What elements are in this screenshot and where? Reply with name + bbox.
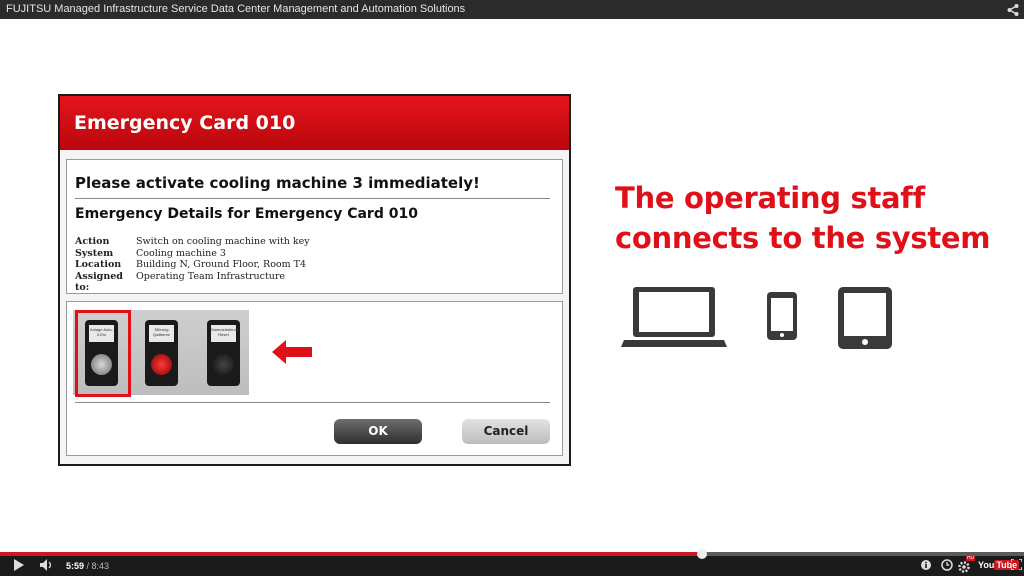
divider <box>75 198 550 199</box>
alarm-switch: Sammelstörung Reset <box>207 320 240 386</box>
laptop-icon <box>621 287 727 347</box>
arrow-left-icon <box>272 340 312 364</box>
tagline: The operating staff connects to the syst… <box>615 178 991 258</box>
sound-icon <box>213 354 234 375</box>
detail-value: Operating Team Infrastructure <box>136 270 286 282</box>
video-title-bar: FUJITSU Managed Infrastructure Service D… <box>0 0 1024 19</box>
current-time: 5:59 <box>66 561 85 571</box>
details-list: Action Switch on cooling machine with ke… <box>75 236 310 294</box>
detail-label: Assigned to: <box>75 270 123 294</box>
control-panel-photo: Anlage Auto-0-Ein Störung Quittieren Sam… <box>73 310 249 397</box>
emergency-info-panel: Please activate cooling machine 3 immedi… <box>66 159 563 294</box>
progress-fill <box>0 552 703 556</box>
divider <box>75 402 550 403</box>
detail-row-assigned: Assigned to: Operating Team Infrastructu… <box>75 270 310 294</box>
detail-label: Location <box>75 259 122 270</box>
settings-gear-icon[interactable] <box>958 559 972 573</box>
dialog-title: Emergency Card 010 <box>60 96 569 150</box>
tablet-icon <box>838 287 892 349</box>
red-lamp-icon <box>151 354 172 375</box>
time-separator: / <box>84 561 92 571</box>
reset-button: Störung Quittieren <box>145 320 178 386</box>
detail-label: System <box>75 247 114 259</box>
watch-later-icon[interactable] <box>941 559 953 571</box>
fullscreen-icon[interactable] <box>1011 559 1022 570</box>
detail-row-location: Location Building N, Ground Floor, Room … <box>75 259 310 271</box>
play-icon[interactable] <box>13 559 25 571</box>
details-title: Emergency Details for Emergency Card 010 <box>75 206 418 222</box>
time-display: 5:59 / 8:43 <box>66 561 109 571</box>
cancel-button[interactable]: Cancel <box>462 419 550 444</box>
progress-bar[interactable] <box>0 549 1024 559</box>
action-panel: Anlage Auto-0-Ein Störung Quittieren Sam… <box>66 301 563 456</box>
youtube-logo-you: You <box>978 560 995 570</box>
detail-value: Building N, Ground Floor, Room T4 <box>136 259 307 270</box>
tagline-line-1: The operating staff <box>615 181 925 215</box>
tagline-line-2: connects to the system <box>615 221 991 255</box>
detail-row-action: Action Switch on cooling machine with ke… <box>75 236 310 248</box>
switch-label: Sammelstörung Reset <box>211 325 239 342</box>
emergency-card-dialog: Emergency Card 010 Please activate cooli… <box>58 94 571 466</box>
detail-value: Switch on cooling machine with key <box>136 236 310 247</box>
emergency-headline: Please activate cooling machine 3 immedi… <box>75 174 480 192</box>
highlight-frame <box>75 310 131 397</box>
duration: 8:43 <box>91 561 110 571</box>
share-icon[interactable] <box>1006 3 1020 17</box>
ok-button[interactable]: OK <box>334 419 422 444</box>
volume-icon[interactable] <box>40 559 54 571</box>
switch-label: Störung Quittieren <box>149 325 174 342</box>
detail-row-system: System Cooling machine 3 <box>75 248 310 260</box>
info-icon[interactable] <box>920 559 932 571</box>
detail-value: Cooling machine 3 <box>136 247 226 259</box>
smartphone-icon <box>767 292 797 340</box>
video-title[interactable]: FUJITSU Managed Infrastructure Service D… <box>6 3 465 15</box>
detail-label: Action <box>75 236 110 247</box>
